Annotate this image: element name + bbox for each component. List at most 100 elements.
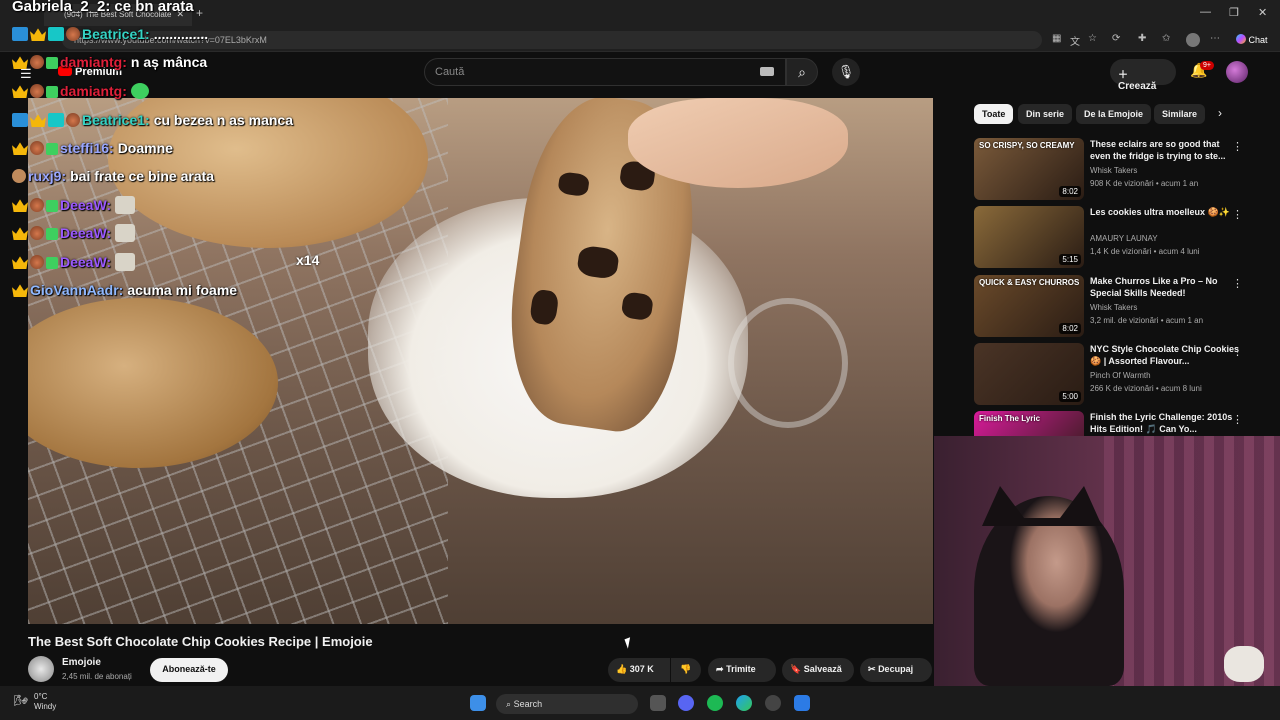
keyboard-icon[interactable] [760,67,774,76]
video-duration: 5:15 [1059,254,1081,265]
chat-message-top: Gabriela_2_2: ce bn arata [12,0,194,15]
more-options-icon[interactable]: ⋮ [1232,345,1243,358]
create-button[interactable]: ＋ Creează [1110,59,1176,92]
task-view-icon[interactable] [650,695,666,711]
chat-badge-icon [12,199,28,212]
recommendation-channel[interactable]: Whisk Takers [1090,303,1137,312]
recommendation-title[interactable]: Make Churros Like a Pro – No Special Ski… [1090,275,1240,299]
chat-badge-icon [66,113,80,127]
favorites-icon[interactable]: ✩ [1162,33,1170,44]
recommendation-title[interactable]: Finish the Lyric Challenge: 2010s Hits E… [1090,411,1240,435]
save-button[interactable]: 🔖 Salvează [782,658,854,682]
channel-avatar[interactable] [28,656,54,682]
dislike-button[interactable]: 👎 [671,658,701,682]
recommendation-title[interactable]: NYC Style Chocolate Chip Cookies 🍪 | Ass… [1090,343,1240,367]
more-options-icon[interactable]: ⋮ [1232,208,1243,221]
weather-widget[interactable]: 0°C Windy [34,692,56,712]
close-window-icon[interactable]: ✕ [1258,6,1267,19]
bookmark-icon: 🔖 [790,664,802,674]
wind-icon: 🌬 [14,695,28,707]
chat-badge-icon [48,113,64,127]
chat-badge-icon [46,57,58,69]
search-icon: ⌕ [506,699,512,709]
more-options-icon[interactable]: ⋮ [1232,277,1243,290]
recommendation-card[interactable]: QUICK & EASY CHURROS 8:02 Make Churros Lik… [974,275,1254,339]
chip-all[interactable]: Toate [974,104,1014,124]
chat-username: DeeaW: [60,225,112,241]
search-button[interactable]: ⌕ [786,58,818,86]
star-icon[interactable]: ☆ [1088,33,1097,44]
recommendation-channel[interactable]: Pinch Of Warmth [1090,371,1151,380]
video-thumbnail[interactable]: QUICK & EASY CHURROS 8:02 [974,275,1084,337]
chat-badge-icon [46,228,58,240]
notification-badge: 9+ [1200,61,1214,70]
translate-icon[interactable]: 文 [1070,33,1080,48]
chat-message: Beatrice1: cu bezea n as manca [12,112,293,128]
taskbar-search[interactable]: ⌕ Search [496,694,638,714]
recommendation-channel[interactable]: AMAURY LAUNAY [1090,234,1158,243]
maximize-icon[interactable]: ❐ [1229,6,1239,19]
chat-username: ruxj9: [28,168,67,184]
chat-text: ce bn arata [114,0,194,15]
obs-icon[interactable] [765,695,781,711]
more-options-icon[interactable]: ⋮ [1232,140,1243,153]
profile-icon[interactable] [1186,33,1200,47]
chat-message: steffi16: Doamne [12,140,173,156]
recommendation-title[interactable]: Les cookies ultra moelleux 🍪✨ [1090,206,1240,218]
extensions-icon[interactable]: ✚ [1138,33,1146,44]
refresh-icon[interactable]: ⟳ [1112,33,1120,44]
minimize-icon[interactable]: — [1200,6,1211,18]
voice-search-button[interactable]: 🎙 [832,58,860,86]
video-thumbnail[interactable]: 5:00 [974,343,1084,405]
new-tab-icon[interactable]: + [196,6,203,20]
chip-from-emojoie[interactable]: De la Emojoie [1076,104,1152,124]
copilot-icon [1236,34,1246,44]
apps-icon[interactable]: ▦ [1052,33,1061,44]
chat-message: ruxj9: bai frate ce bine arata [12,168,214,184]
recommendation-card[interactable]: 5:15 Les cookies ultra moelleux 🍪✨ AMAURY … [974,206,1254,270]
chevron-right-icon[interactable]: › [1218,106,1222,120]
search-input[interactable]: Caută [424,58,786,86]
chat-badge-icon [12,27,28,41]
chip-related[interactable]: Similare [1154,104,1206,124]
subscribe-button[interactable]: Abonează-te [150,658,228,682]
chat-username: DeeaW: [60,197,112,213]
scissors-icon: ✂ [868,664,876,674]
chat-emote-icon [115,196,136,214]
recommendation-title[interactable]: These eclairs are so good that even the … [1090,138,1240,162]
more-options-icon[interactable]: ⋮ [1232,413,1243,426]
clip-label: Decupaj [878,664,914,674]
recommendation-card[interactable]: SO CRISPY, SO CREAMY 8:02 These eclairs ar… [974,138,1254,202]
chat-username: Beatrice1: [82,112,150,128]
chat-badge-icon [30,28,46,41]
chip-from-series[interactable]: Din serie [1018,104,1073,124]
video-thumbnail[interactable]: 5:15 [974,206,1084,268]
clip-button[interactable]: ✂ Decupaj [860,658,932,682]
thumbs-down-icon: 👎 [680,664,692,674]
chat-username: Beatrice1: [82,26,150,42]
start-icon[interactable] [470,695,486,711]
more-icon[interactable]: ⋯ [1210,33,1220,44]
app-icon[interactable] [794,695,810,711]
chat-text: cu bezea n as manca [153,112,293,128]
share-button[interactable]: ➦ Trimite [708,658,776,682]
chat-message: damiantg: n aș mânca [12,54,207,70]
copilot-chat-button[interactable]: Chat [1230,31,1274,49]
recommendation-meta: 908 K de vizionări • acum 1 an [1090,179,1199,188]
like-button[interactable]: 👍 307 K [608,658,670,682]
chat-username: Gabriela_2_2: [12,0,111,15]
discord-icon[interactable] [678,695,694,711]
chat-username: DeeaW: [60,254,112,270]
recommendation-meta: 3,2 mil. de vizionări • acum 1 an [1090,316,1204,325]
recommendation-card[interactable]: 5:00 NYC Style Chocolate Chip Cookies 🍪 |… [974,343,1254,407]
recommendation-channel[interactable]: Whisk Takers [1090,166,1137,175]
address-bar[interactable]: https://www.youtube.com/watch?v=07EL3bKr… [62,31,1042,49]
spotify-icon[interactable] [707,695,723,711]
account-avatar[interactable] [1226,61,1248,83]
video-duration: 5:00 [1059,391,1081,402]
video-thumbnail[interactable]: SO CRISPY, SO CREAMY 8:02 [974,138,1084,200]
channel-name[interactable]: Emojoie [62,657,101,668]
video-duration: 8:02 [1059,186,1081,197]
edge-icon[interactable] [736,695,752,711]
chat-message: GioVannAadr: acuma mi foame [12,282,237,298]
